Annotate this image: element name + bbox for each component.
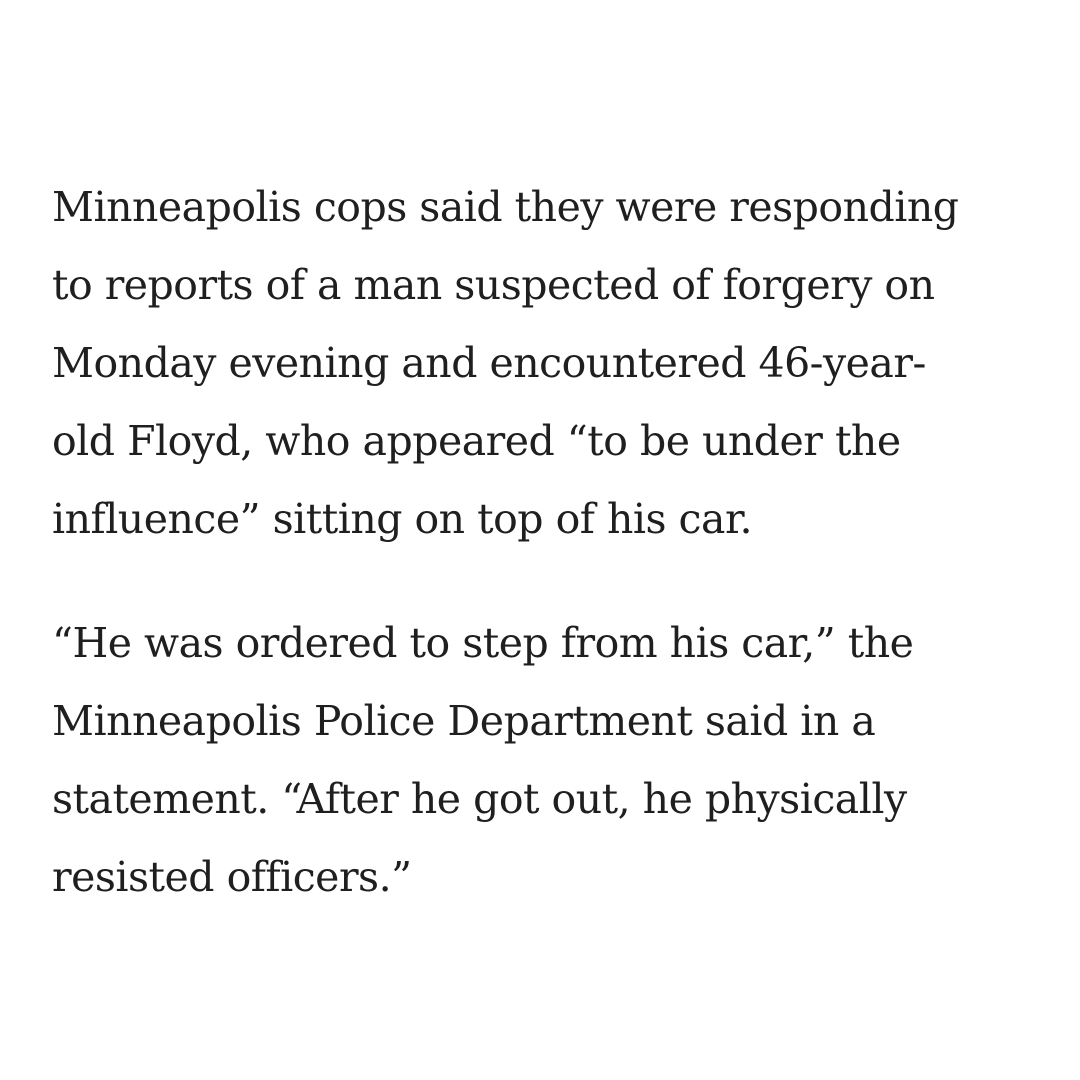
paragraph-line: “He was ordered to step from his car,” t… — [52, 619, 914, 667]
paragraph-1: Minneapolis cops said they were respondi… — [52, 168, 1042, 558]
paragraph-line: Monday evening and encountered 46-year- — [52, 339, 926, 387]
paragraph-line: influence” sitting on top of his car. — [52, 495, 753, 543]
article-body: Minneapolis cops said they were respondi… — [52, 168, 1042, 916]
paragraph-line: statement. “After he got out, he physica… — [52, 775, 907, 823]
paragraph-line: to reports of a man suspected of forgery… — [52, 261, 935, 309]
paragraph-line: Minneapolis Police Department said in a — [52, 697, 876, 745]
paragraph-line: resisted officers.” — [52, 853, 412, 901]
paragraph-line: old Floyd, who appeared “to be under the — [52, 417, 901, 465]
paragraph-2: “He was ordered to step from his car,” t… — [52, 604, 1042, 916]
paragraph-line: Minneapolis cops said they were respondi… — [52, 183, 959, 231]
